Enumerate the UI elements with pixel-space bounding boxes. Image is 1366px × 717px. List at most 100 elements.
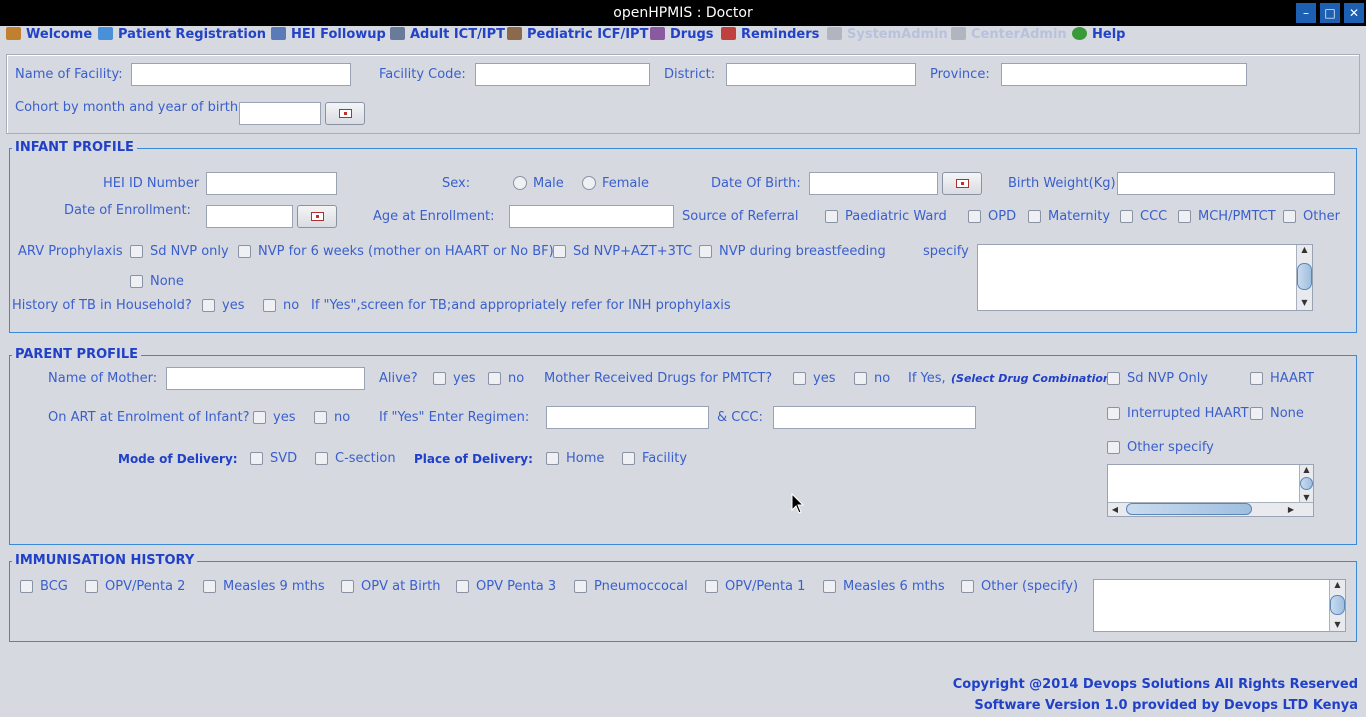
drug-haart-checkbox[interactable]: [1250, 372, 1263, 385]
window-title: openHPMIS : Doctor: [613, 5, 753, 21]
referral-paediatric-checkbox[interactable]: [825, 210, 838, 223]
scroll-thumb[interactable]: [1297, 263, 1312, 290]
drug-none-checkbox[interactable]: [1250, 407, 1263, 420]
dob-input[interactable]: [809, 172, 938, 195]
referral-mch-checkbox[interactable]: [1178, 210, 1191, 223]
pmtct-no-checkbox[interactable]: [854, 372, 867, 385]
imm-opv-penta2-checkbox[interactable]: [85, 580, 98, 593]
referral-other-checkbox[interactable]: [1283, 210, 1296, 223]
imm-measles6-checkbox[interactable]: [823, 580, 836, 593]
referral-ccc-checkbox[interactable]: [1120, 210, 1133, 223]
hei-id-input[interactable]: [206, 172, 337, 195]
referral-source-label: Source of Referral: [682, 209, 799, 224]
scroll-thumb[interactable]: [1126, 503, 1252, 515]
scroll-down-icon[interactable]: ▼: [1297, 298, 1312, 308]
menu-reminders[interactable]: Reminders: [721, 26, 819, 44]
sex-female-radio[interactable]: [582, 176, 596, 190]
district-input[interactable]: [726, 63, 916, 86]
tb-no-checkbox[interactable]: [263, 299, 276, 312]
menu-help[interactable]: Help: [1072, 26, 1125, 44]
arv-none-checkbox[interactable]: [130, 275, 143, 288]
drug-other-textarea[interactable]: ▲ ▼ ◀ ▶: [1107, 464, 1314, 517]
drug-other-label: Other specify: [1127, 440, 1214, 455]
arv-specify-textarea[interactable]: ▲ ▼: [977, 244, 1313, 311]
arv-sd-nvp-azt-checkbox[interactable]: [553, 245, 566, 258]
scroll-thumb[interactable]: [1330, 595, 1345, 615]
facility-name-input[interactable]: [131, 63, 351, 86]
facility-code-input[interactable]: [475, 63, 650, 86]
tb-yes-checkbox[interactable]: [202, 299, 215, 312]
alive-no-checkbox[interactable]: [488, 372, 501, 385]
window-title-bar: openHPMIS : Doctor: [0, 0, 1366, 26]
delivery-facility-checkbox[interactable]: [622, 452, 635, 465]
imm-opv-penta1-label: OPV/Penta 1: [725, 579, 806, 594]
ccc-label: & CCC:: [717, 410, 763, 425]
imm-opv-penta1-checkbox[interactable]: [705, 580, 718, 593]
menu-systemadmin: SystemAdmin: [827, 26, 948, 44]
referral-opd-checkbox[interactable]: [968, 210, 981, 223]
sex-female-label: Female: [602, 176, 650, 191]
province-input[interactable]: [1001, 63, 1247, 86]
tb-no-label: no: [283, 298, 300, 313]
delivery-svd-checkbox[interactable]: [250, 452, 263, 465]
minimize-button[interactable]: –: [1296, 3, 1316, 23]
art-yes-checkbox[interactable]: [253, 411, 266, 424]
menu-welcome[interactable]: Welcome: [6, 26, 92, 44]
menu-hei-followup[interactable]: HEI Followup: [271, 26, 386, 44]
drug-sd-nvp-checkbox[interactable]: [1107, 372, 1120, 385]
regimen-input[interactable]: [546, 406, 709, 429]
arv-prophylaxis-label: ARV Prophylaxis: [18, 244, 123, 259]
imm-measles9-checkbox[interactable]: [203, 580, 216, 593]
art-no-label: no: [334, 410, 351, 425]
mother-name-input[interactable]: [166, 367, 365, 390]
enrollment-calendar-button[interactable]: [297, 205, 337, 228]
delivery-home-checkbox[interactable]: [546, 452, 559, 465]
cohort-calendar-button[interactable]: [325, 102, 365, 125]
delivery-csection-checkbox[interactable]: [315, 452, 328, 465]
arv-sd-nvp-azt-label: Sd NVP+AZT+3TC: [573, 244, 693, 259]
arv-sd-nvp-checkbox[interactable]: [130, 245, 143, 258]
scroll-down-icon[interactable]: ▼: [1330, 620, 1345, 630]
arv-nvp-breastfeeding-checkbox[interactable]: [699, 245, 712, 258]
imm-pneumococcal-checkbox[interactable]: [574, 580, 587, 593]
drug-interrupted-haart-checkbox[interactable]: [1107, 407, 1120, 420]
referral-maternity-checkbox[interactable]: [1028, 210, 1041, 223]
other-horizontal-scrollbar[interactable]: ◀ ▶: [1108, 502, 1313, 516]
arv-nvp-6weeks-checkbox[interactable]: [238, 245, 251, 258]
pmtct-yes-checkbox[interactable]: [793, 372, 806, 385]
alive-yes-checkbox[interactable]: [433, 372, 446, 385]
arv-none-label: None: [150, 274, 184, 289]
imm-scrollbar[interactable]: ▲ ▼: [1329, 580, 1345, 631]
cohort-label: Cohort by month and year of birth:: [15, 100, 243, 115]
scroll-up-icon[interactable]: ▲: [1330, 580, 1345, 590]
art-no-checkbox[interactable]: [314, 411, 327, 424]
other-vertical-scrollbar[interactable]: ▲ ▼: [1299, 465, 1313, 503]
close-button[interactable]: ✕: [1344, 3, 1364, 23]
scroll-thumb[interactable]: [1300, 477, 1313, 490]
menu-patient-registration[interactable]: Patient Registration: [98, 26, 266, 44]
scroll-left-icon[interactable]: ◀: [1110, 505, 1120, 515]
specify-scrollbar[interactable]: ▲ ▼: [1296, 245, 1312, 310]
ccc-input[interactable]: [773, 406, 976, 429]
imm-opv-penta3-checkbox[interactable]: [456, 580, 469, 593]
menu-drugs[interactable]: Drugs: [650, 26, 714, 44]
enrollment-date-input[interactable]: [206, 205, 293, 228]
imm-opv-birth-checkbox[interactable]: [341, 580, 354, 593]
cohort-input[interactable]: [239, 102, 321, 125]
scroll-up-icon[interactable]: ▲: [1297, 245, 1312, 255]
birth-weight-input[interactable]: [1117, 172, 1335, 195]
imm-measles6-label: Measles 6 mths: [843, 579, 945, 594]
drug-other-checkbox[interactable]: [1107, 441, 1120, 454]
age-enrollment-input[interactable]: [509, 205, 674, 228]
sex-male-radio[interactable]: [513, 176, 527, 190]
dob-calendar-button[interactable]: [942, 172, 982, 195]
nurse-icon: [98, 27, 113, 40]
maximize-button[interactable]: □: [1320, 3, 1340, 23]
imm-other-textarea[interactable]: ▲ ▼: [1093, 579, 1346, 632]
menu-pediatric-icf-ipt[interactable]: Pediatric ICF/IPT: [507, 26, 648, 44]
menu-adult-ict-ipt[interactable]: Adult ICT/IPT: [390, 26, 505, 44]
scroll-up-icon[interactable]: ▲: [1300, 465, 1313, 475]
imm-other-checkbox[interactable]: [961, 580, 974, 593]
scroll-right-icon[interactable]: ▶: [1286, 505, 1296, 515]
imm-bcg-checkbox[interactable]: [20, 580, 33, 593]
